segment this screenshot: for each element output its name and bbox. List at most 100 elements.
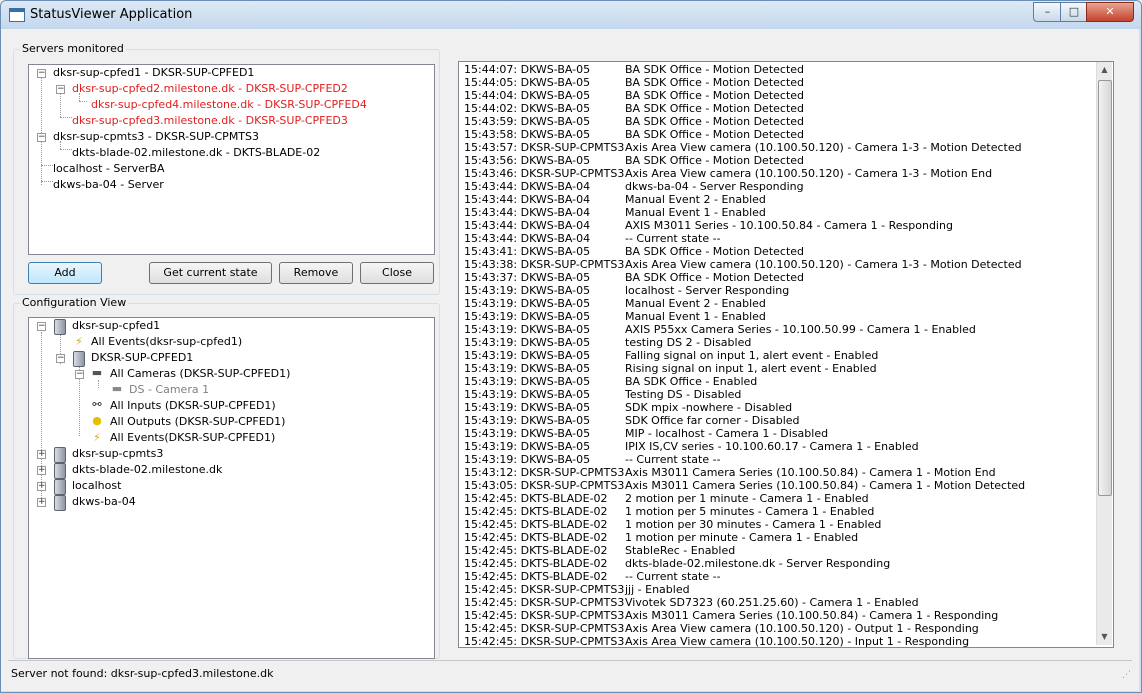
scroll-up-icon[interactable]: ▲ xyxy=(1097,62,1112,78)
log-source: 15:43:41: DKWS-BA-05 xyxy=(464,245,591,258)
collapse-icon[interactable]: − xyxy=(37,133,46,142)
log-source: 15:43:19: DKWS-BA-05 xyxy=(464,297,591,310)
log-scrollbar[interactable]: ▲ ▼ xyxy=(1096,62,1112,645)
remove-button[interactable]: Remove xyxy=(279,262,353,284)
scroll-down-icon[interactable]: ▼ xyxy=(1097,629,1112,645)
log-source: 15:43:46: DKSR-SUP-CPMTS3 xyxy=(464,167,625,180)
get-current-state-button[interactable]: Get current state xyxy=(149,262,272,284)
log-source: 15:43:05: DKSR-SUP-CPMTS3 xyxy=(464,479,625,492)
log-message: 2 motion per 1 minute - Camera 1 - Enabl… xyxy=(625,492,869,505)
window-title: StatusViewer Application xyxy=(30,7,193,22)
collapse-icon[interactable]: − xyxy=(37,322,46,331)
configuration-view-label: Configuration View xyxy=(20,296,129,309)
log-message: SDK Office far corner - Disabled xyxy=(625,414,800,427)
server-icon xyxy=(54,319,66,335)
log-source: 15:42:45: DKSR-SUP-CPMTS3 xyxy=(464,622,625,635)
close-button[interactable]: Close xyxy=(360,262,434,284)
log-message: AXIS M3011 Series - 10.100.50.84 - Camer… xyxy=(625,219,953,232)
log-message: jjj - Enabled xyxy=(625,583,690,596)
log-message: Falling signal on input 1, alert event -… xyxy=(625,349,879,362)
add-button[interactable]: Add xyxy=(28,262,102,284)
config-node[interactable]: dksr-sup-cpmts3 xyxy=(72,446,163,462)
log-source: 15:42:45: DKTS-BLADE-02 xyxy=(464,518,608,531)
server-node[interactable]: dksr-sup-cpmts3 - DKSR-SUP-CPMTS3 xyxy=(53,129,259,145)
bulb-icon: ● xyxy=(92,414,102,427)
close-window-button[interactable]: ✕ xyxy=(1086,2,1134,22)
log-message: dkts-blade-02.milestone.dk - Server Resp… xyxy=(625,557,891,570)
log-source: 15:42:45: DKTS-BLADE-02 xyxy=(464,492,608,505)
config-node[interactable]: DS - Camera 1 xyxy=(129,382,209,398)
config-node[interactable]: DKSR-SUP-CPFED1 xyxy=(91,350,193,366)
expand-icon[interactable]: + xyxy=(37,498,46,507)
log-source: 15:43:44: DKWS-BA-04 xyxy=(464,232,591,245)
log-message: localhost - Server Responding xyxy=(625,284,790,297)
log-message: BA SDK Office - Motion Detected xyxy=(625,128,805,141)
log-message: BA SDK Office - Motion Detected xyxy=(625,89,805,102)
log-source: 15:43:19: DKWS-BA-05 xyxy=(464,336,591,349)
log-source: 15:43:19: DKWS-BA-05 xyxy=(464,310,591,323)
server-node[interactable]: dksr-sup-cpfed2.milestone.dk - DKSR-SUP-… xyxy=(72,81,348,97)
config-node[interactable]: All Outputs (DKSR-SUP-CPFED1) xyxy=(110,414,285,430)
config-node[interactable]: dkts-blade-02.milestone.dk xyxy=(72,462,222,478)
log-source: 15:43:19: DKWS-BA-05 xyxy=(464,284,591,297)
log-message: SDK mpix -nowhere - Disabled xyxy=(625,401,793,414)
server-node[interactable]: dksr-sup-cpfed1 - DKSR-SUP-CPFED1 xyxy=(53,65,254,81)
input-icon: ⚯ xyxy=(92,398,102,411)
server-node[interactable]: dkws-ba-04 - Server xyxy=(53,177,164,193)
log-source: 15:43:37: DKWS-BA-05 xyxy=(464,271,591,284)
server-node[interactable]: dksr-sup-cpfed3.milestone.dk - DKSR-SUP-… xyxy=(72,113,348,129)
scroll-thumb[interactable] xyxy=(1098,80,1112,496)
config-node[interactable]: All Events(dksr-sup-cpfed1) xyxy=(91,334,242,350)
log-source: 15:44:07: DKWS-BA-05 xyxy=(464,63,591,76)
log-source: 15:43:19: DKWS-BA-05 xyxy=(464,362,591,375)
log-message: Manual Event 1 - Enabled xyxy=(625,206,766,219)
status-divider xyxy=(8,660,1132,661)
config-node[interactable]: All Inputs (DKSR-SUP-CPFED1) xyxy=(110,398,276,414)
servers-tree[interactable]: − dksr-sup-cpfed1 - DKSR-SUP-CPFED1 − dk… xyxy=(28,64,435,255)
log-source: 15:43:59: DKWS-BA-05 xyxy=(464,115,591,128)
expand-icon[interactable]: + xyxy=(37,450,46,459)
log-message: MIP - localhost - Camera 1 - Disabled xyxy=(625,427,829,440)
log-message: -- Current state -- xyxy=(625,232,721,245)
collapse-icon[interactable]: − xyxy=(37,69,46,78)
log-message: BA SDK Office - Motion Detected xyxy=(625,102,805,115)
log-source: 15:43:19: DKWS-BA-05 xyxy=(464,388,591,401)
expand-icon[interactable]: + xyxy=(37,466,46,475)
event-log-list[interactable]: 15:44:07: DKWS-BA-05 BA SDK Office - Moti… xyxy=(458,61,1114,648)
server-node[interactable]: localhost - ServerBA xyxy=(53,161,164,177)
config-node[interactable]: All Events(DKSR-SUP-CPFED1) xyxy=(110,430,275,446)
log-source: 15:43:12: DKSR-SUP-CPMTS3 xyxy=(464,466,625,479)
minimize-button[interactable]: – xyxy=(1033,2,1062,22)
resize-grip-icon[interactable]: ⋰ xyxy=(1122,671,1132,683)
log-message: Axis Area View camera (10.100.50.120) - … xyxy=(625,622,979,635)
log-message: BA SDK Office - Motion Detected xyxy=(625,271,805,284)
log-message: BA SDK Office - Motion Detected xyxy=(625,115,805,128)
config-node[interactable]: All Cameras (DKSR-SUP-CPFED1) xyxy=(110,366,290,382)
log-message: Testing DS - Disabled xyxy=(625,388,742,401)
log-source: 15:43:58: DKWS-BA-05 xyxy=(464,128,591,141)
expand-icon[interactable]: + xyxy=(37,482,46,491)
config-node[interactable]: localhost xyxy=(72,478,121,494)
log-message: BA SDK Office - Motion Detected xyxy=(625,245,805,258)
server-node[interactable]: dkts-blade-02.milestone.dk - DKTS-BLADE-… xyxy=(72,145,320,161)
log-message: StableRec - Enabled xyxy=(625,544,736,557)
lightning-icon: ⚡ xyxy=(93,431,101,444)
config-node[interactable]: dksr-sup-cpfed1 xyxy=(72,318,160,334)
log-source: 15:43:19: DKWS-BA-05 xyxy=(464,453,591,466)
log-message: Manual Event 2 - Enabled xyxy=(625,193,766,206)
title-bar[interactable]: StatusViewer Application – □ ✕ xyxy=(1,1,1141,29)
log-source: 15:44:05: DKWS-BA-05 xyxy=(464,76,591,89)
maximize-button[interactable]: □ xyxy=(1060,2,1088,22)
log-message: 1 motion per 5 minutes - Camera 1 - Enab… xyxy=(625,505,875,518)
log-message: BA SDK Office - Motion Detected xyxy=(625,63,805,76)
collapse-icon[interactable]: − xyxy=(56,354,65,363)
log-source: 15:43:56: DKWS-BA-05 xyxy=(464,154,591,167)
collapse-icon[interactable]: − xyxy=(75,370,84,379)
log-source: 15:43:19: DKWS-BA-05 xyxy=(464,375,591,388)
collapse-icon[interactable]: − xyxy=(56,85,65,94)
config-node[interactable]: dkws-ba-04 xyxy=(72,494,136,510)
server-node[interactable]: dksr-sup-cpfed4.milestone.dk - DKSR-SUP-… xyxy=(91,97,367,113)
configuration-tree[interactable]: − dksr-sup-cpfed1 ⚡ All Events(dksr-sup-… xyxy=(28,317,435,659)
lightning-icon: ⚡ xyxy=(75,335,83,348)
log-message: Axis Area View camera (10.100.50.120) - … xyxy=(625,141,1022,154)
